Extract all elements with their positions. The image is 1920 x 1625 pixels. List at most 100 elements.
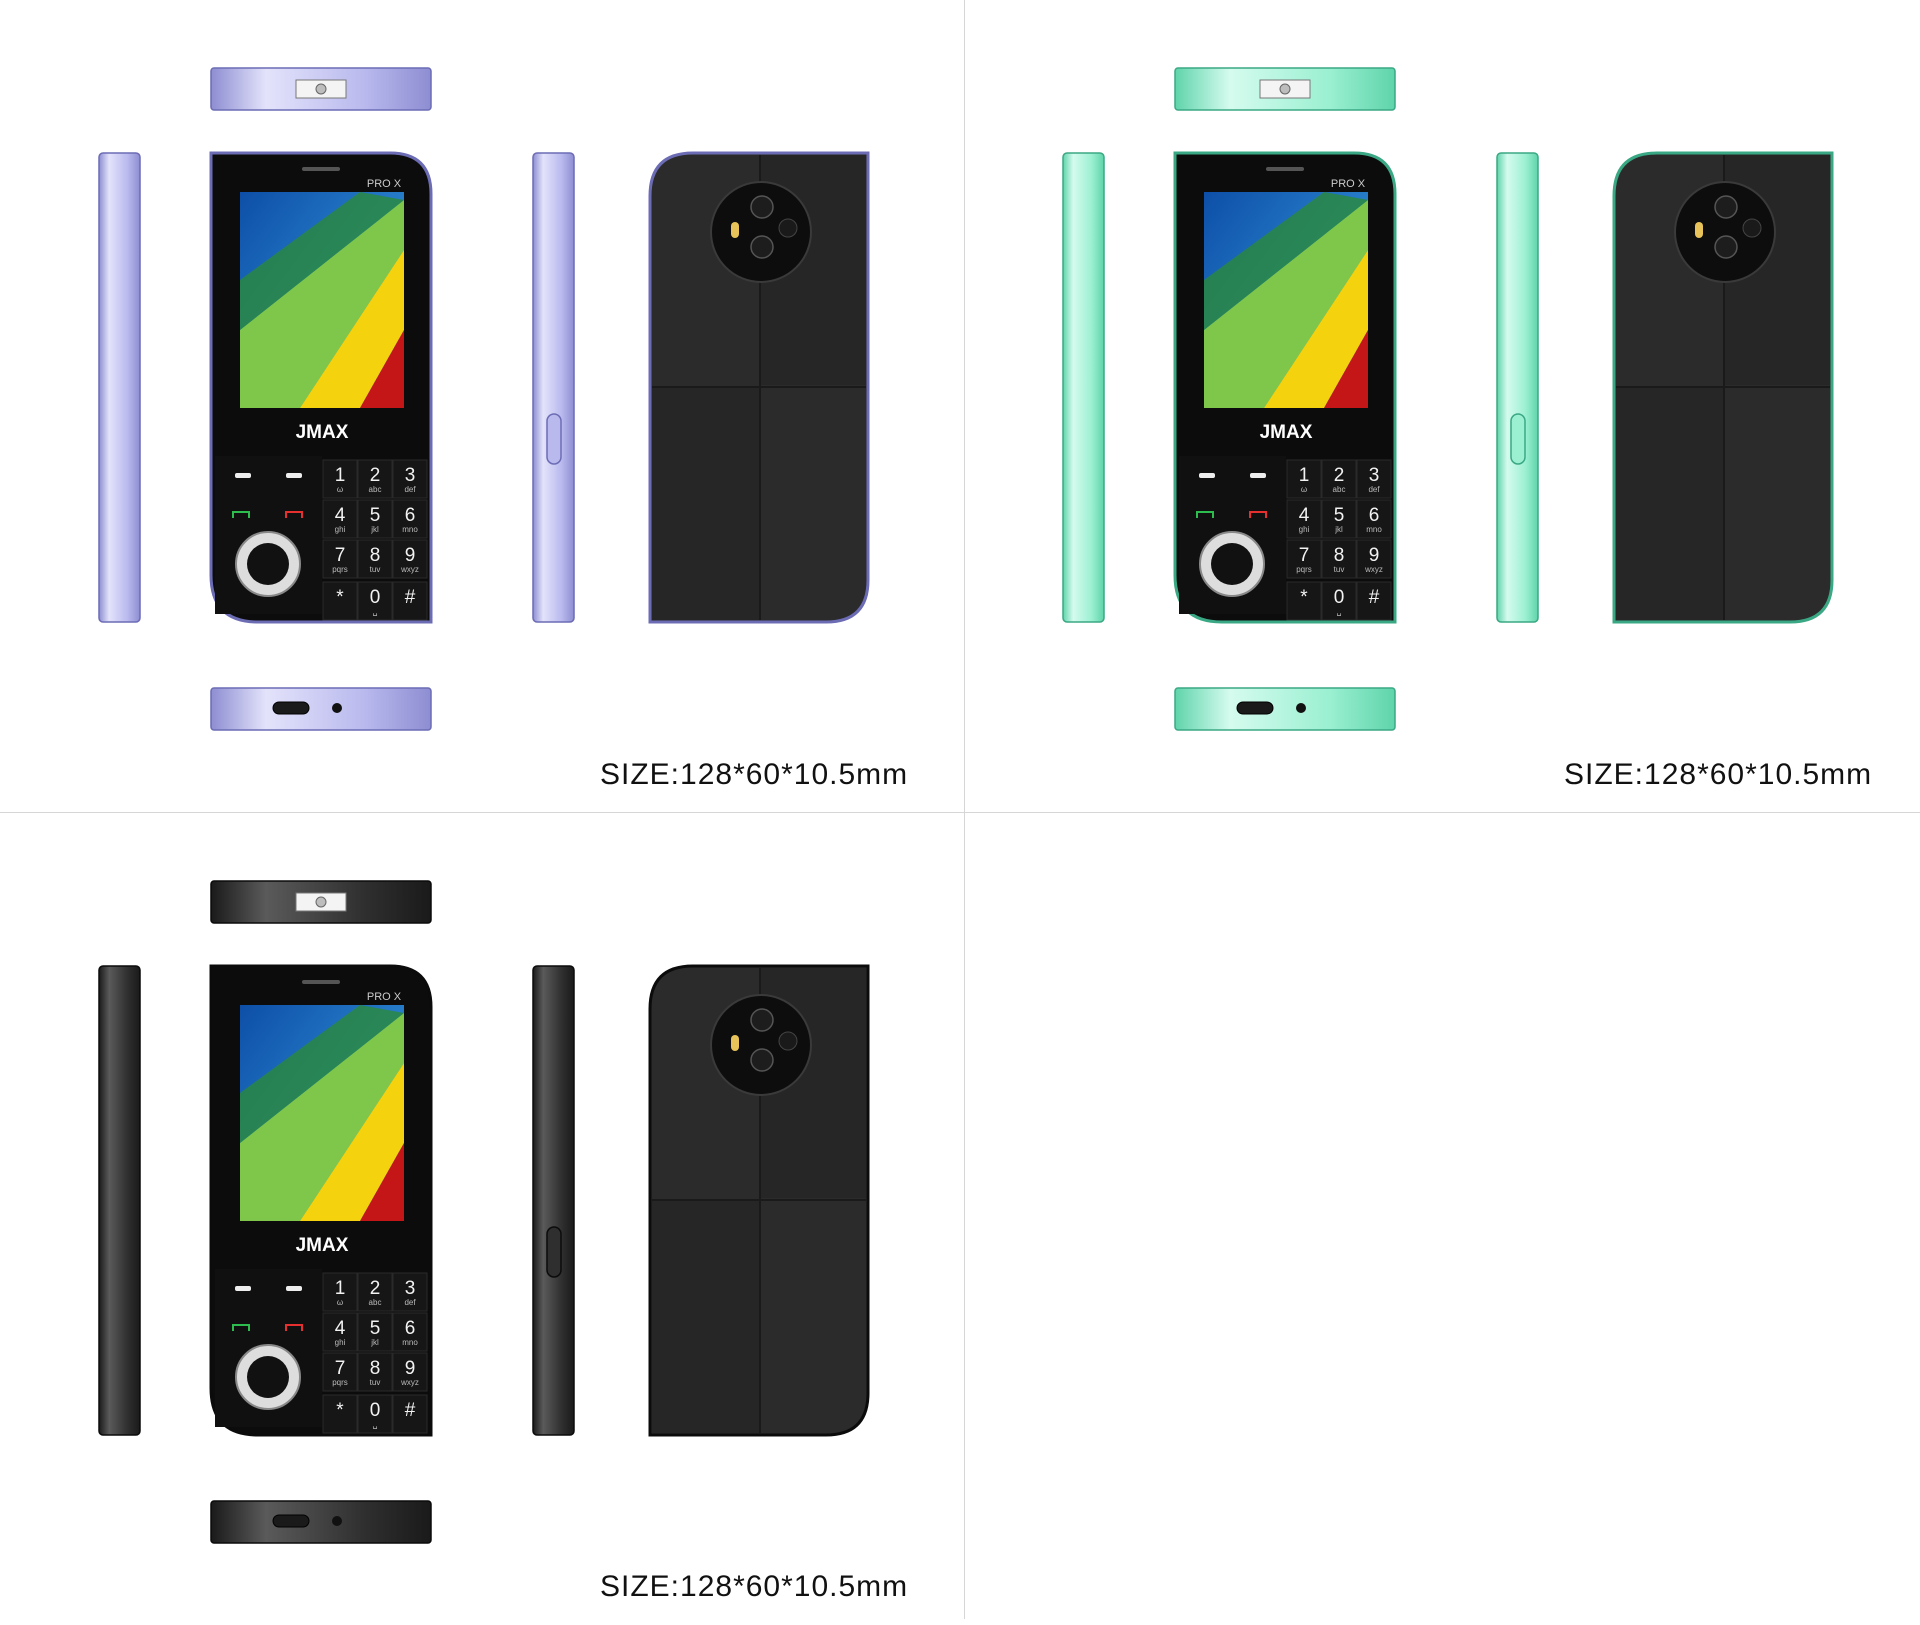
key-letters: ghi [1299,525,1310,534]
key-digit: 7 [335,545,346,566]
phone-views-black: PRO X JMAX 1ω 2abc 3def 4ghi 5jkl 6mno 7pqrs 8tuv… [98,880,870,1544]
bottom-edge [210,1500,432,1544]
soft-key-icon [235,1286,251,1291]
nav-center [1211,543,1253,585]
keypad: 1ω 2abc 3def 4ghi 5jkl 6mno 7pqrs 8tuv 9wxyz * 0␣ # [1179,456,1392,621]
torch-lens [1279,83,1291,95]
key-letters: ghi [335,1338,346,1347]
keypad: 1ω 2abc 3def 4ghi 5jkl 6mno 7pqrs 8tuv 9wxyz * 0␣ # [215,1269,428,1434]
torch-lens [315,83,327,95]
key-digit: 4 [335,505,346,526]
camera-lens-top [1714,195,1738,219]
bottom-view [210,1500,432,1544]
nav-center [247,1356,289,1398]
key-letters: jkl [1334,525,1343,534]
key-letters: jkl [370,1338,379,1347]
key-digit: 4 [1299,505,1310,526]
key-letters: ω [337,485,343,494]
left-side-view [98,152,141,623]
bottom-edge [1174,687,1396,731]
key-digit: * [336,587,344,608]
brand-logo: JMAX [296,1235,349,1256]
variant-panel-black: PRO X JMAX 1 ω 2 abc 3 def 4 ghi 5 jkl 6 mno 7 pqrs 8 tuv… [0,813,964,1625]
back-view [648,151,870,624]
size-label: SIZE:128*60*10.5mm [600,758,909,791]
top-view [210,880,432,924]
right-edge [532,152,575,623]
earpiece [302,980,340,984]
key-letters: pqrs [332,565,348,574]
key-digit: 1 [335,1278,346,1299]
right-side-view [532,152,575,623]
key-letters: wxyz [400,1378,419,1387]
soft-key-icon [235,473,251,478]
bottom-view [1174,687,1396,731]
key-letters: wxyz [1364,565,1383,574]
brand-logo: JMAX [296,422,349,443]
key-digit: 5 [1334,505,1345,526]
size-label: SIZE:128*60*10.5mm [600,1570,909,1603]
top-view [210,67,432,111]
key-letters: mno [1366,525,1382,534]
key-digit: 7 [1299,545,1310,566]
model-label: PRO X [367,991,402,1003]
usb-port-icon [272,701,310,715]
camera-lens-bottom [750,235,774,259]
front-view: PRO X JMAX 1ω 2abc 3def 4ghi 5jkl 6mno 7pqrs 8tuv… [1173,151,1397,624]
soft-key-icon [1199,473,1215,478]
earpiece [302,167,340,171]
torch-lens [315,896,327,908]
bottom-edge [210,687,432,731]
key-digit: 4 [335,1318,346,1339]
key-digit: # [405,587,416,608]
speaker-grille [1742,218,1762,238]
key-digit: 2 [370,1278,381,1299]
side-button-icon [546,1226,562,1278]
key-letters: abc [1333,485,1346,494]
key-letters: tuv [370,1378,381,1387]
key-letters: tuv [370,565,381,574]
phone-views-lavender: PRO X JMAX 1ω 2abc 3def 4ghi 5jkl 6mno 7pqrs 8tuv… [98,67,870,731]
key-digit: 8 [370,545,381,566]
key-digit: * [1300,587,1308,608]
key-letters: abc [369,485,382,494]
key-digit: 3 [1369,465,1380,486]
left-side-view [1062,152,1105,623]
key-digit: 1 [335,465,346,486]
key-digit: 9 [405,1358,416,1379]
front-view: PRO X JMAX 1ω 2abc 3def 4ghi 5jkl 6mno 7pqrs 8tuv… [209,964,433,1437]
key-digit: # [405,1400,416,1421]
key-letters: ghi [335,525,346,534]
front-view: PRO X JMAX 1ω 2abc 3def 4ghi 5jkl 6mno 7pqrs 8tuv… [209,151,433,624]
back-view [1612,151,1834,624]
back-texture-bl [652,388,759,620]
key-letters: mno [402,525,418,534]
key-digit: 6 [1369,505,1380,526]
key-digit: 8 [370,1358,381,1379]
variant-panel-mint: PRO X JMAX 1 ω 2 abc 3 def 4 ghi 5 jkl 6 mno 7 pqrs 8 tuv… [964,0,1920,812]
mic-hole-icon [332,1516,342,1526]
key-digit: 6 [405,1318,416,1339]
flash-icon [1695,222,1703,238]
key-letters: tuv [1334,565,1345,574]
key-digit: 2 [370,465,381,486]
key-letters: ␣ [372,1420,377,1429]
key-letters: def [1368,485,1380,494]
key-letters: pqrs [332,1378,348,1387]
soft-key-icon [1250,473,1266,478]
right-side-view [1496,152,1539,623]
speaker-grille [778,1031,798,1051]
mic-hole-icon [1296,703,1306,713]
mic-hole-icon [332,703,342,713]
variant-panel-lavender: PRO X JMAX 1 ω 2 abc 3 def 4 ghi 5 jkl 6 mno 7 pqrs 8 tuv… [0,0,964,812]
camera-lens-top [750,195,774,219]
size-label: SIZE:128*60*10.5mm [1564,758,1873,791]
key-letters: def [404,1298,416,1307]
left-edge [98,152,141,623]
key-letters: mno [402,1338,418,1347]
key-digit: 8 [1334,545,1345,566]
key-letters: ω [337,1298,343,1307]
left-side-view [98,965,141,1436]
key-digit: 5 [370,1318,381,1339]
left-edge [98,965,141,1436]
